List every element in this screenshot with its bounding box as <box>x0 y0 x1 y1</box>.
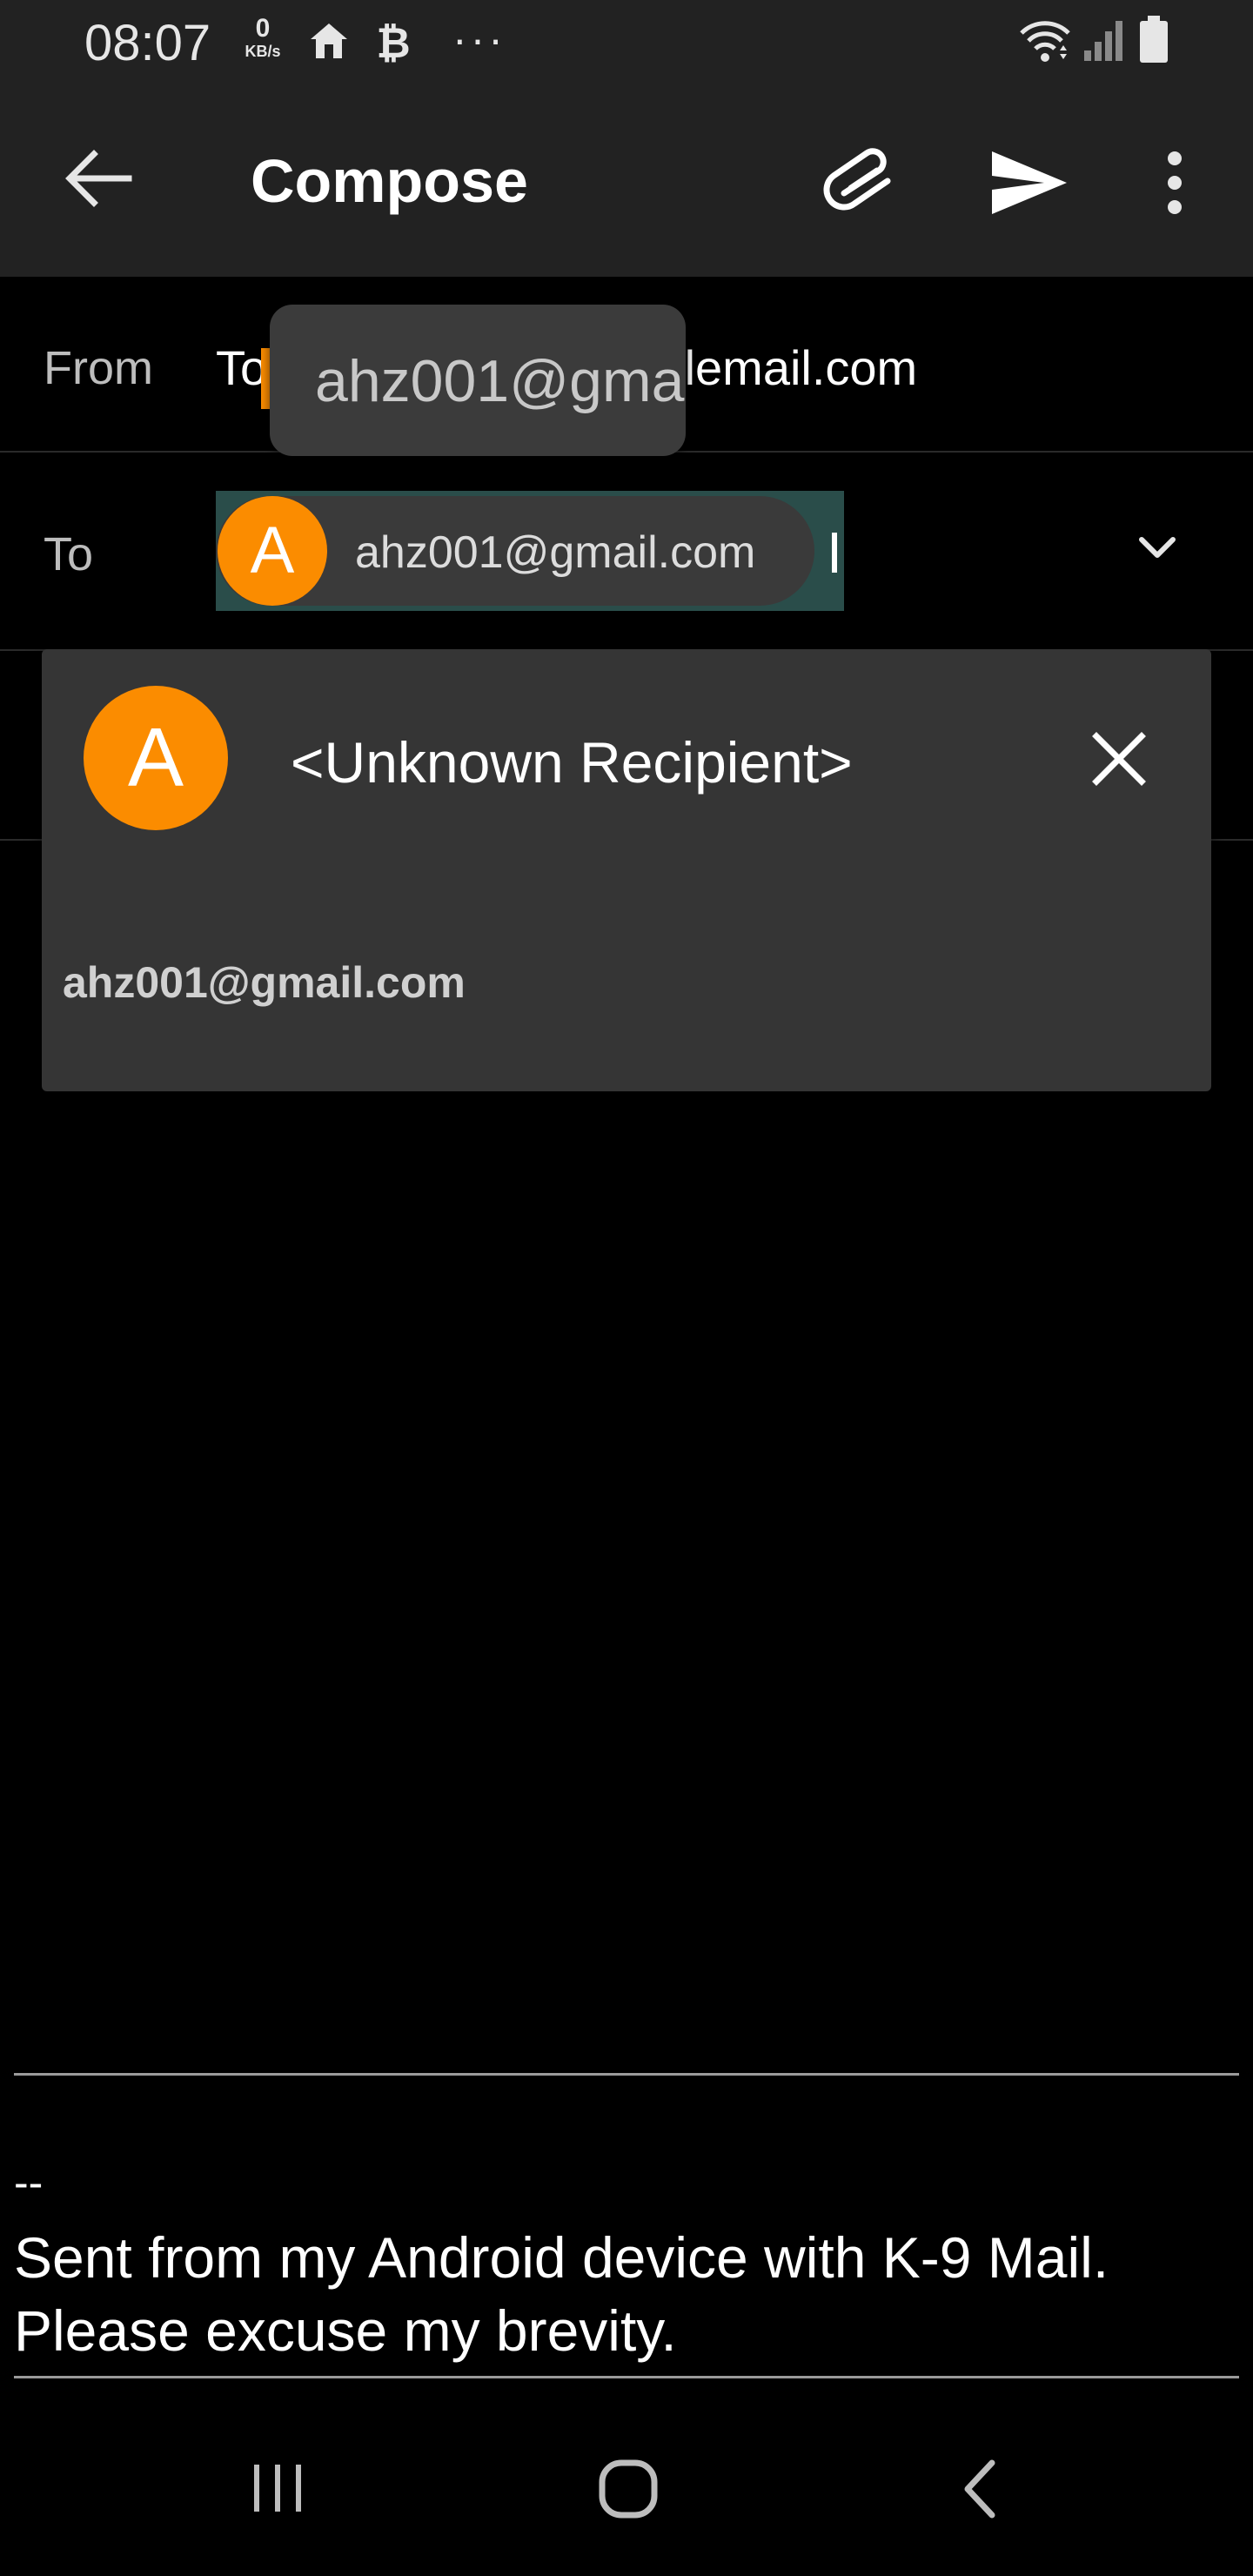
more-notifications-icon: ··· <box>452 15 506 64</box>
signature-line-1[interactable]: Sent from my Android device with K-9 Mai… <box>14 2223 1109 2292</box>
chevron-down-icon <box>1139 537 1176 558</box>
expand-cc-bcc-button[interactable] <box>1122 513 1192 583</box>
from-value-prefix: To <box>216 340 268 395</box>
recipient-chip-avatar: A <box>218 496 327 606</box>
back-button[interactable] <box>54 135 141 222</box>
home-button[interactable] <box>593 2454 663 2524</box>
home-notification-icon <box>309 22 349 60</box>
signature-top-border <box>14 2073 1239 2076</box>
signature-bottom-border <box>14 2376 1239 2378</box>
popup-recipient-email[interactable]: ahz001@gmail.com <box>63 956 466 1010</box>
arrow-back-icon <box>65 150 132 207</box>
overflow-menu-button[interactable] <box>1149 139 1201 226</box>
dragged-recipient-chip[interactable]: ahz001@gmail.com <box>270 305 686 456</box>
battery-icon <box>1138 16 1169 64</box>
status-time: 08:07 <box>84 15 211 71</box>
recent-apps-button[interactable] <box>244 2454 313 2524</box>
more-vert-icon <box>1168 151 1182 214</box>
bitcoin-icon: ₿ <box>372 17 414 64</box>
signature-separator: -- <box>14 2158 44 2207</box>
remove-recipient-button[interactable] <box>1079 719 1159 799</box>
recipient-details-popup <box>42 649 1211 1091</box>
popup-recipient-avatar: A <box>84 686 228 830</box>
paperclip-icon <box>823 148 891 211</box>
signal-icon <box>1082 19 1126 63</box>
network-speed-value: 0 <box>255 14 271 43</box>
network-speed-unit: KB/s <box>245 43 281 60</box>
network-speed: 0 KB/s <box>237 14 289 60</box>
send-icon <box>992 151 1067 214</box>
recipient-chip-email: ahz001@gmail.com <box>355 527 756 578</box>
text-cursor <box>832 533 837 573</box>
home-circle-icon <box>599 2459 658 2519</box>
signature-line-2[interactable]: Please excuse my brevity. <box>14 2296 677 2365</box>
system-back-button[interactable] <box>947 2454 1016 2524</box>
from-label: From <box>44 342 153 394</box>
page-title: Compose <box>251 147 528 215</box>
dragged-recipient-email: ahz001@gmail.com <box>315 348 686 414</box>
popup-recipient-name: <Unknown Recipient> <box>291 730 853 795</box>
svg-text:₿: ₿ <box>376 19 410 64</box>
wifi-icon <box>1016 19 1074 64</box>
attach-button[interactable] <box>818 139 905 226</box>
chevron-left-icon <box>964 2459 995 2519</box>
send-button[interactable] <box>985 139 1072 226</box>
to-label: To <box>44 528 94 580</box>
recents-icon <box>254 2465 301 2512</box>
close-icon <box>1092 732 1146 786</box>
